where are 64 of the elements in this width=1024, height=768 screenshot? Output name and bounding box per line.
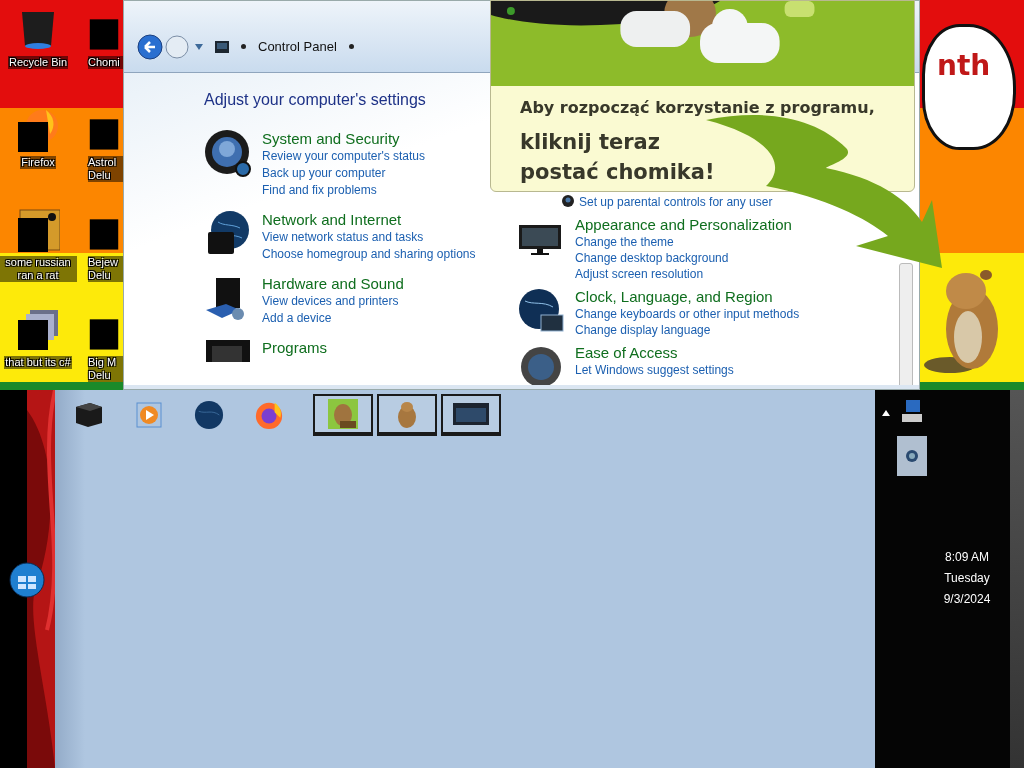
firefox-icon[interactable] xyxy=(253,400,285,430)
separator-icon xyxy=(348,44,354,49)
task-link[interactable]: Let Windows suggest settings xyxy=(575,362,734,378)
category-link[interactable]: Ease of Access xyxy=(575,343,734,362)
task-link[interactable]: View network status and tasks xyxy=(262,229,476,246)
popup-call-to-action: kliknij teraz xyxy=(520,129,661,156)
hamster-box-icon xyxy=(328,399,358,429)
network-icon xyxy=(905,449,919,463)
box-icon[interactable] xyxy=(73,400,105,430)
task-link[interactable]: Change the theme xyxy=(575,234,792,250)
bubble-text: nth xyxy=(937,49,991,82)
programs-icon xyxy=(204,338,252,362)
category-link[interactable]: Network and Internet xyxy=(262,210,476,229)
popup-message: Aby rozpocząć korzystanie z programu, xyxy=(520,98,875,117)
task-button[interactable] xyxy=(377,394,437,436)
task-link[interactable]: Change desktop background xyxy=(575,250,792,266)
clock-day[interactable]: Tuesday xyxy=(944,571,990,585)
category-link[interactable]: Clock, Language, and Region xyxy=(575,287,800,306)
task-button[interactable] xyxy=(441,394,501,436)
category-link[interactable]: Hardware and Sound xyxy=(262,274,404,293)
icon-label: some russian ran a rat xyxy=(0,256,77,282)
task-link[interactable]: Choose homegroup and sharing options xyxy=(262,246,476,263)
icon-label: that but its c# xyxy=(4,356,72,369)
separator-icon xyxy=(241,44,246,49)
breadcrumb[interactable]: Control Panel xyxy=(258,39,337,54)
control-panel-icon xyxy=(215,40,229,53)
task-link[interactable]: Review your computer's status xyxy=(262,148,426,165)
task-link[interactable]: Adjust screen resolution xyxy=(575,266,792,282)
globe-icon[interactable] xyxy=(193,400,225,430)
clock-date[interactable]: 9/3/2024 xyxy=(943,592,991,606)
task-link[interactable]: Find and fix problems xyxy=(262,182,426,199)
category-link[interactable]: System and Security xyxy=(262,129,426,148)
computer-icon[interactable] xyxy=(900,398,924,424)
icon-label: Big M Delu xyxy=(88,356,123,382)
covered-icon[interactable] xyxy=(16,108,60,152)
icon-label: Astrol Delu xyxy=(88,156,123,182)
task-link[interactable]: Change display language xyxy=(575,322,800,338)
tray-button[interactable] xyxy=(897,436,927,476)
task-button[interactable] xyxy=(313,394,373,436)
icon-label: Firefox xyxy=(20,156,56,169)
start-button[interactable] xyxy=(9,562,45,598)
task-link[interactable]: Change keyboards or other input methods xyxy=(575,306,800,322)
parental-icon xyxy=(561,194,575,208)
caret-icon[interactable] xyxy=(195,43,203,50)
globe-clock-icon xyxy=(517,287,565,335)
category-link[interactable]: Appearance and Personalization xyxy=(575,215,792,234)
category-link[interactable]: Programs xyxy=(262,338,328,357)
task-link[interactable]: View devices and printers xyxy=(262,293,404,310)
task-link[interactable]: Add a device xyxy=(262,310,404,327)
clock-time[interactable]: 8:09 AM xyxy=(945,550,989,564)
page-heading: Adjust your computer's settings xyxy=(204,91,426,109)
popup-card[interactable]: Aby rozpocząć korzystanie z programu, kliknij teraz postać chomika! xyxy=(490,0,915,192)
security-icon xyxy=(204,129,252,177)
popup-call-to-action: postać chomika! xyxy=(520,159,715,186)
icon-label: Chomi xyxy=(88,56,123,69)
window-icon xyxy=(453,403,489,425)
covered-icon[interactable] xyxy=(16,308,60,352)
arrow-up-icon[interactable] xyxy=(882,410,890,416)
icon-label: Bejew Delu xyxy=(88,256,123,282)
task-link[interactable]: Set up parental controls for any user xyxy=(579,194,773,210)
covered-icon[interactable] xyxy=(16,208,60,252)
back-button[interactable] xyxy=(137,33,163,60)
task-link[interactable]: Back up your computer xyxy=(262,165,426,182)
icon-label: Recycle Bin xyxy=(7,56,69,69)
